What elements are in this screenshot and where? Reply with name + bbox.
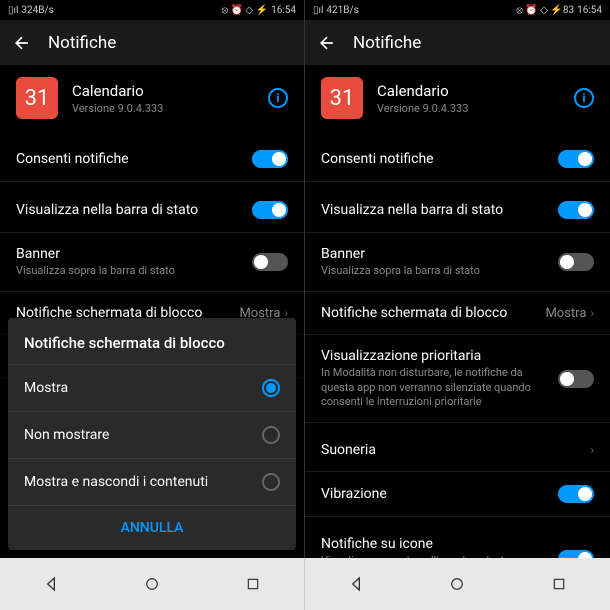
screen-right: ▯ıl 421B/s ⦻ ⏰ ◇ ⚡83 16:54 Notifiche 31 …	[305, 0, 610, 558]
chevron-right-icon: ›	[590, 306, 594, 320]
toggle-badge[interactable]	[558, 550, 594, 558]
row-label: Visualizza nella barra di stato	[321, 202, 558, 218]
status-icons: ⦻ ⏰ ◇ ⚡	[221, 5, 268, 16]
row-label: Banner	[16, 246, 252, 262]
app-name: Calendario	[72, 82, 163, 100]
row-priority[interactable]: Visualizzazione prioritaria In Modalità …	[305, 335, 610, 423]
row-vibration[interactable]: Vibrazione	[305, 472, 610, 517]
radio-selected[interactable]	[262, 379, 280, 397]
row-banner[interactable]: Banner Visualizza sopra la barra di stat…	[305, 233, 610, 292]
net-speed: 324B/s	[21, 5, 53, 16]
cancel-button[interactable]: ANNULLA	[8, 505, 296, 550]
option-hide[interactable]: Non mostrare	[8, 411, 296, 458]
option-label: Non mostrare	[24, 427, 109, 443]
row-label: Notifiche su icone	[321, 536, 558, 552]
signal-icon: ▯ıl	[8, 5, 18, 16]
net-speed: 421B/s	[326, 5, 358, 16]
screen-left: ▯ıl 324B/s ⦻ ⏰ ◇ ⚡ 16:54 Notifiche 31 Ca…	[0, 0, 305, 558]
toggle-allow[interactable]	[252, 150, 288, 168]
clock: 16:54	[577, 5, 602, 16]
row-sublabel: Visualizza sopra la barra di stato	[16, 264, 252, 278]
dialog-title: Notifiche schermata di blocco	[8, 318, 296, 364]
row-allow-notifications[interactable]: Consenti notifiche	[0, 137, 304, 182]
nav-recent-button[interactable]	[243, 574, 263, 594]
row-sublabel: Visualizza sopra la barra di stato	[321, 264, 558, 278]
nav-home-button[interactable]	[142, 574, 162, 594]
nav-back-button[interactable]	[41, 574, 61, 594]
row-ringtone[interactable]: Suoneria ›	[305, 429, 610, 472]
toggle-vibration[interactable]	[558, 485, 594, 503]
toggle-banner[interactable]	[252, 253, 288, 271]
row-label: Suoneria	[321, 442, 590, 458]
row-sublabel: In Modalità non disturbare, le notifiche…	[321, 366, 558, 409]
app-bar: Notifiche	[305, 20, 610, 65]
row-label: Consenti notifiche	[321, 151, 558, 167]
radio-unselected[interactable]	[262, 426, 280, 444]
back-button[interactable]	[12, 33, 32, 53]
status-icons: ⦻ ⏰ ◇ ⚡83	[516, 5, 574, 16]
chevron-right-icon: ›	[590, 443, 594, 457]
row-allow-notifications[interactable]: Consenti notifiche	[305, 137, 610, 182]
row-label: Visualizzazione prioritaria	[321, 348, 558, 364]
clock: 16:54	[271, 5, 296, 16]
app-bar: Notifiche	[0, 20, 304, 65]
toggle-statusbar[interactable]	[252, 201, 288, 219]
row-value: Mostra	[545, 306, 586, 321]
status-bar: ▯ıl 421B/s ⦻ ⏰ ◇ ⚡83 16:54	[305, 0, 610, 20]
dialog-overlay[interactable]: Notifiche schermata di blocco Mostra Non…	[0, 320, 304, 558]
option-hide-content[interactable]: Mostra e nascondi i contenuti	[8, 458, 296, 505]
back-button[interactable]	[317, 33, 337, 53]
row-label: Consenti notifiche	[16, 151, 252, 167]
toggle-banner[interactable]	[558, 253, 594, 271]
toggle-statusbar[interactable]	[558, 201, 594, 219]
status-bar: ▯ıl 324B/s ⦻ ⏰ ◇ ⚡ 16:54	[0, 0, 304, 20]
app-info: 31 Calendario Versione 9.0.4.333 i	[305, 65, 610, 131]
radio-unselected[interactable]	[262, 473, 280, 491]
navigation-bar	[0, 558, 610, 610]
app-info: 31 Calendario Versione 9.0.4.333 i	[0, 65, 304, 131]
info-icon[interactable]: i	[268, 88, 288, 108]
toggle-priority[interactable]	[558, 370, 594, 388]
option-show[interactable]: Mostra	[8, 364, 296, 411]
app-version: Versione 9.0.4.333	[72, 102, 163, 115]
row-statusbar[interactable]: Visualizza nella barra di stato	[0, 188, 304, 233]
option-label: Mostra e nascondi i contenuti	[24, 474, 208, 490]
row-label: Vibrazione	[321, 486, 558, 502]
app-icon: 31	[321, 77, 363, 119]
nav-home-button[interactable]	[447, 574, 467, 594]
option-label: Mostra	[24, 380, 68, 396]
app-version: Versione 9.0.4.333	[377, 102, 468, 115]
row-banner[interactable]: Banner Visualizza sopra la barra di stat…	[0, 233, 304, 292]
row-label: Visualizza nella barra di stato	[16, 202, 252, 218]
app-icon: 31	[16, 77, 58, 119]
dialog-lockscreen: Notifiche schermata di blocco Mostra Non…	[8, 318, 296, 550]
signal-icon: ▯ıl	[313, 5, 323, 16]
row-statusbar[interactable]: Visualizza nella barra di stato	[305, 188, 610, 233]
app-name: Calendario	[377, 82, 468, 100]
row-label: Banner	[321, 246, 558, 262]
row-lockscreen[interactable]: Notifiche schermata di blocco Mostra ›	[305, 292, 610, 335]
row-label: Notifiche schermata di blocco	[321, 305, 545, 321]
page-title: Notifiche	[48, 33, 116, 53]
nav-recent-button[interactable]	[549, 574, 569, 594]
info-icon[interactable]: i	[574, 88, 594, 108]
nav-back-button[interactable]	[346, 574, 366, 594]
row-badge[interactable]: Notifiche su icone Visualizza un punto n…	[305, 523, 610, 558]
toggle-allow[interactable]	[558, 150, 594, 168]
page-title: Notifiche	[353, 33, 421, 53]
